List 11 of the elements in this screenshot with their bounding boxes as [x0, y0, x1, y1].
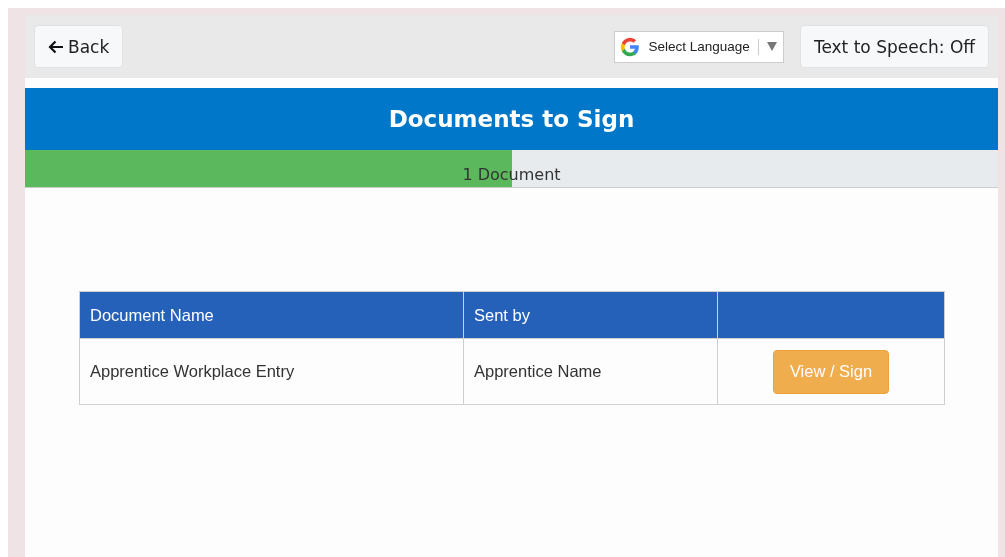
table-cell: Apprentice Name [463, 338, 718, 405]
dropdown-arrow-icon [766, 42, 777, 51]
arrow-left-icon [48, 39, 64, 54]
page-title: Documents to Sign [388, 106, 635, 132]
column-header: Sent by [463, 291, 718, 339]
speech-toggle-button[interactable]: Text to Speech: Off [799, 25, 989, 68]
logo-icon [618, 35, 641, 58]
back-button[interactable]: Back [34, 25, 124, 68]
language-select[interactable]: Select Language [613, 30, 784, 63]
column-header: Document Name [79, 291, 464, 339]
table-cell: Apprentice Workplace Entry [79, 338, 464, 405]
